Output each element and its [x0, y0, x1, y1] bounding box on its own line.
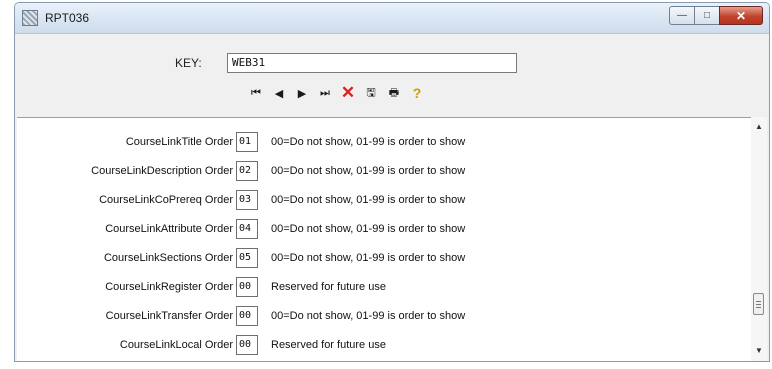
delete-icon[interactable]: ✕ — [337, 83, 359, 102]
setting-order-input[interactable]: 00 — [236, 306, 258, 326]
setting-description: 00=Do not show, 01-99 is order to show — [271, 223, 466, 235]
setting-label: CourseLinkRegister Order — [105, 281, 233, 293]
record-toolbar: ⏮ ◀ ▶ ⏭ ✕ 🖫 🖶 ? — [245, 83, 429, 103]
setting-label: CourseLinkAttribute Order — [105, 223, 233, 235]
last-record-icon[interactable]: ⏭ — [314, 84, 336, 102]
key-label: KEY: — [175, 56, 202, 70]
setting-label: CourseLinkCoPrereq Order — [99, 194, 233, 206]
settings-panel: CourseLinkTitle Order 01 00=Do not show,… — [17, 117, 753, 361]
app-icon — [22, 10, 38, 26]
next-record-icon[interactable]: ▶ — [291, 84, 313, 102]
setting-description: Reserved for future use — [271, 339, 386, 351]
setting-label: CourseLinkSections Order — [103, 252, 233, 264]
close-button[interactable]: ✕ — [719, 6, 763, 25]
window-controls: — □ ✕ — [669, 6, 763, 26]
setting-description: 00=Do not show, 01-99 is order to show — [271, 165, 466, 177]
scroll-up-icon[interactable]: ▲ — [751, 119, 767, 135]
setting-label: CourseLinkDescription Order — [91, 165, 233, 177]
setting-description: Reserved for future use — [271, 281, 386, 293]
help-icon[interactable]: ? — [406, 84, 428, 102]
setting-label: CourseLinkTransfer Order — [105, 310, 233, 322]
window-title: RPT036 — [45, 11, 90, 25]
minimize-button[interactable]: — — [669, 6, 695, 25]
vertical-scrollbar[interactable]: ▲ ▼ — [751, 117, 767, 361]
setting-row: CourseLinkAttribute Order 04 00=Do not s… — [17, 219, 737, 241]
setting-order-input[interactable]: 02 — [236, 161, 258, 181]
maximize-button[interactable]: □ — [694, 6, 720, 25]
key-row: KEY: WEB31 — [15, 53, 769, 75]
previous-record-icon[interactable]: ◀ — [268, 84, 290, 102]
scroll-down-icon[interactable]: ▼ — [751, 343, 767, 359]
setting-label: CourseLinkLocal Order — [119, 339, 233, 351]
scrollbar-thumb[interactable] — [753, 293, 764, 315]
rpt036-window: RPT036 — □ ✕ KEY: WEB31 ⏮ ◀ ▶ ⏭ ✕ 🖫 🖶 ? … — [14, 2, 770, 362]
setting-description: 00=Do not show, 01-99 is order to show — [271, 194, 466, 206]
setting-description: 00=Do not show, 01-99 is order to show — [271, 310, 466, 322]
setting-order-input[interactable]: 05 — [236, 248, 258, 268]
key-input[interactable]: WEB31 — [227, 53, 517, 73]
setting-row: CourseLinkTitle Order 01 00=Do not show,… — [17, 132, 737, 154]
title-bar[interactable]: RPT036 — □ ✕ — [15, 3, 769, 34]
setting-row: CourseLinkLocal Order 00 Reserved for fu… — [17, 335, 737, 357]
first-record-icon[interactable]: ⏮ — [245, 84, 267, 102]
setting-description: 00=Do not show, 01-99 is order to show — [271, 252, 466, 264]
setting-description: 00=Do not show, 01-99 is order to show — [271, 136, 466, 148]
setting-order-input[interactable]: 03 — [236, 190, 258, 210]
setting-row: CourseLinkTransfer Order 00 00=Do not sh… — [17, 306, 737, 328]
setting-row: CourseLinkRegister Order 00 Reserved for… — [17, 277, 737, 299]
setting-row: CourseLinkDescription Order 02 00=Do not… — [17, 161, 737, 183]
print-icon[interactable]: 🖶 — [383, 84, 405, 102]
setting-row: CourseLinkCoPrereq Order 03 00=Do not sh… — [17, 190, 737, 212]
setting-label: CourseLinkTitle Order — [125, 136, 233, 148]
setting-order-input[interactable]: 04 — [236, 219, 258, 239]
setting-order-input[interactable]: 00 — [236, 277, 258, 297]
save-icon[interactable]: 🖫 — [360, 84, 382, 102]
setting-row: CourseLinkSections Order 05 00=Do not sh… — [17, 248, 737, 270]
setting-order-input[interactable]: 00 — [236, 335, 258, 355]
setting-order-input[interactable]: 01 — [236, 132, 258, 152]
